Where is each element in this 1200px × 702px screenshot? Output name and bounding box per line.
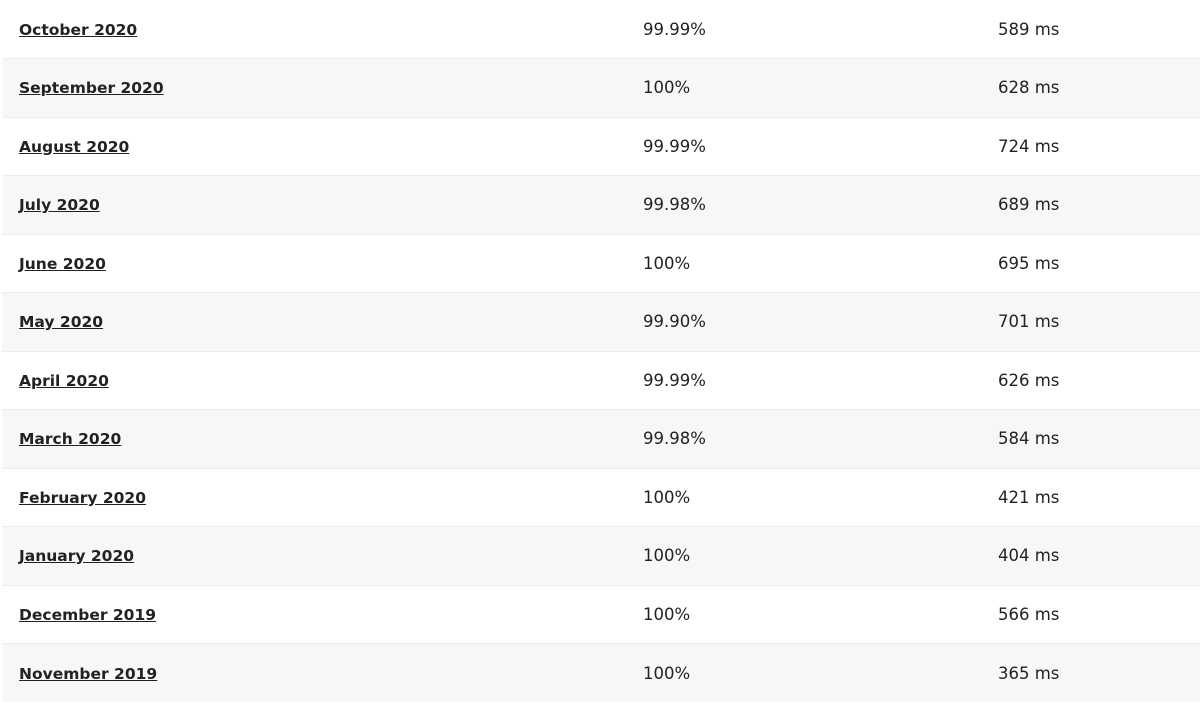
- uptime-table: October 2020 99.99% 589 ms September 2020…: [2, 0, 1200, 702]
- response-time-cell: 365 ms: [998, 663, 1060, 683]
- month-link[interactable]: October 2020: [19, 21, 137, 39]
- response-time-cell: 724 ms: [998, 136, 1060, 156]
- month-cell: November 2019: [2, 644, 643, 702]
- month-link[interactable]: April 2020: [19, 372, 109, 390]
- uptime-cell: 100%: [643, 78, 691, 98]
- uptime-cell: 99.99%: [643, 370, 706, 390]
- response-time-cell: 589 ms: [998, 19, 1060, 39]
- response-time-cell: 404 ms: [998, 546, 1060, 566]
- month-link[interactable]: June 2020: [19, 255, 106, 273]
- uptime-cell: 100%: [643, 546, 691, 566]
- month-cell: August 2020: [2, 117, 643, 176]
- uptime-cell: 100%: [643, 663, 691, 683]
- month-cell: May 2020: [2, 293, 643, 352]
- response-time-cell: 421 ms: [998, 487, 1060, 507]
- uptime-cell: 100%: [643, 604, 691, 624]
- table-row: September 2020 100% 628 ms: [2, 58, 1200, 118]
- month-link[interactable]: January 2020: [19, 547, 134, 565]
- uptime-cell: 99.90%: [643, 312, 706, 332]
- uptime-cell: 99.98%: [643, 429, 706, 449]
- response-time-cell: 566 ms: [998, 604, 1060, 624]
- table-row: December 2019 100% 566 ms: [2, 585, 1200, 644]
- table-row: April 2020 99.99% 626 ms: [2, 351, 1200, 410]
- table-row: October 2020 99.99% 589 ms: [2, 0, 1200, 59]
- table-row: June 2020 100% 695 ms: [2, 234, 1200, 293]
- month-cell: July 2020: [2, 176, 643, 235]
- month-link[interactable]: February 2020: [19, 489, 146, 507]
- table-row: January 2020 100% 404 ms: [2, 526, 1200, 586]
- response-time-cell: 701 ms: [998, 312, 1060, 332]
- response-time-cell: 628 ms: [998, 78, 1060, 98]
- response-time-cell: 626 ms: [998, 370, 1060, 390]
- uptime-cell: 99.99%: [643, 19, 706, 39]
- month-link[interactable]: March 2020: [19, 430, 121, 448]
- uptime-cell: 100%: [643, 487, 691, 507]
- month-cell: January 2020: [2, 527, 643, 586]
- table-row: November 2019 100% 365 ms: [2, 643, 1200, 702]
- month-cell: October 2020: [2, 0, 643, 59]
- table-row: February 2020 100% 421 ms: [2, 468, 1200, 527]
- uptime-cell: 100%: [643, 253, 691, 273]
- response-time-cell: 584 ms: [998, 429, 1060, 449]
- month-cell: February 2020: [2, 468, 643, 527]
- month-cell: April 2020: [2, 351, 643, 410]
- month-link[interactable]: July 2020: [19, 196, 100, 214]
- month-link[interactable]: May 2020: [19, 313, 103, 331]
- table-row: May 2020 99.90% 701 ms: [2, 292, 1200, 352]
- uptime-cell: 99.98%: [643, 195, 706, 215]
- table-row: March 2020 99.98% 584 ms: [2, 409, 1200, 469]
- response-time-cell: 689 ms: [998, 195, 1060, 215]
- month-link[interactable]: August 2020: [19, 138, 129, 156]
- uptime-cell: 99.99%: [643, 136, 706, 156]
- table-row: August 2020 99.99% 724 ms: [2, 117, 1200, 176]
- month-cell: December 2019: [2, 585, 643, 644]
- month-link[interactable]: September 2020: [19, 79, 164, 97]
- month-cell: March 2020: [2, 410, 643, 469]
- month-link[interactable]: November 2019: [19, 665, 157, 683]
- table-row: July 2020 99.98% 689 ms: [2, 175, 1200, 235]
- response-time-cell: 695 ms: [998, 253, 1060, 273]
- month-cell: September 2020: [2, 59, 643, 118]
- month-cell: June 2020: [2, 234, 643, 293]
- month-link[interactable]: December 2019: [19, 606, 156, 624]
